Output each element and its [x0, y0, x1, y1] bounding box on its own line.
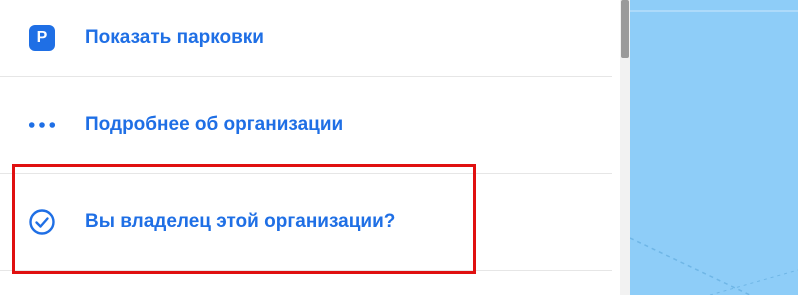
owner-claim-item[interactable]: Вы владелец этой организации? [0, 174, 612, 270]
show-parking-label: Показать парковки [85, 27, 264, 48]
show-parking-item[interactable]: P Показать парковки [0, 0, 612, 76]
scrollbar-thumb[interactable] [621, 0, 629, 58]
more-about-organization-label: Подробнее об организации [85, 114, 344, 135]
organization-actions-panel: P Показать парковки Подробнее об организ… [0, 0, 620, 295]
owner-claim-label: Вы владелец этой организации? [85, 211, 396, 232]
parking-badge: P [29, 25, 55, 51]
parking-icon: P [28, 24, 56, 52]
more-about-organization-item[interactable]: Подробнее об организации [0, 77, 612, 173]
check-circle-icon [28, 208, 56, 236]
map-lines [629, 10, 798, 296]
more-dots-icon [28, 111, 56, 139]
map-view[interactable] [629, 0, 798, 296]
divider [0, 270, 612, 271]
